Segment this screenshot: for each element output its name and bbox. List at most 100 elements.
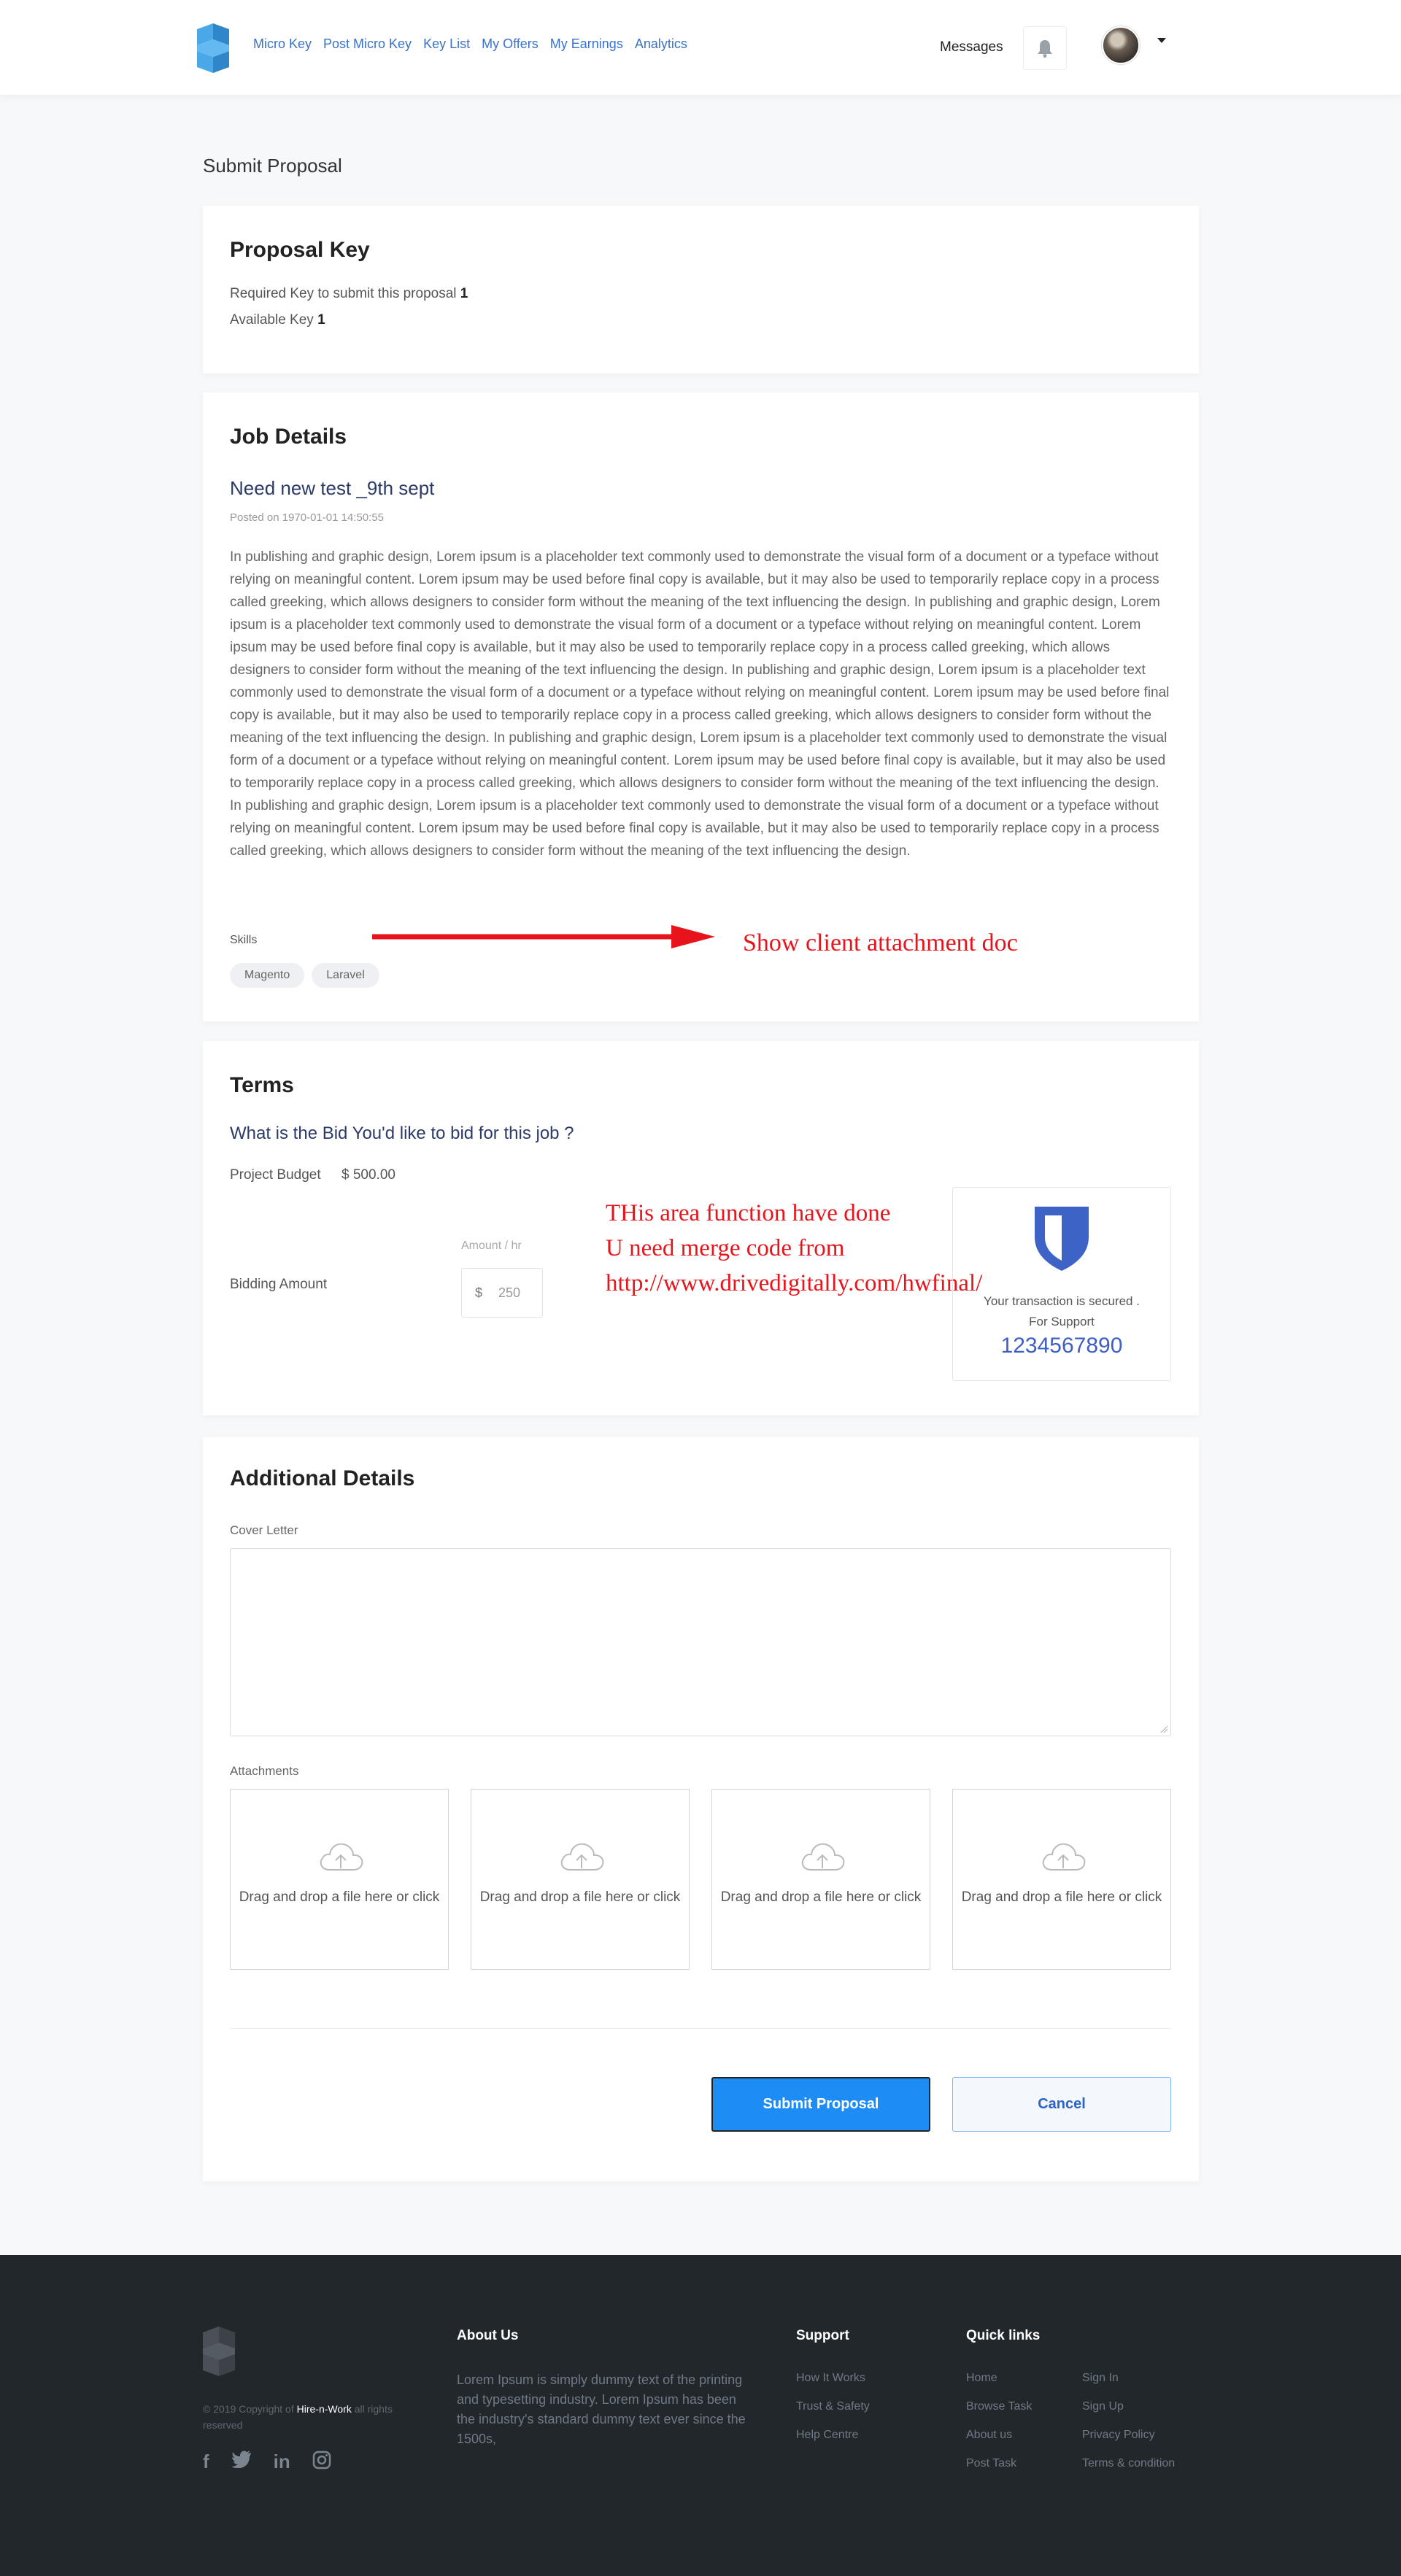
annotation-attachment-note: Show client attachment doc	[743, 929, 1018, 956]
dropzone-text: Drag and drop a file here or click	[720, 1890, 922, 1905]
brand-logo[interactable]	[197, 23, 229, 73]
top-navbar: Micro Key Post Micro Key Key List My Off…	[0, 0, 1401, 95]
support-links: How It Works Trust & Safety Help Centre	[796, 2372, 870, 2457]
bidding-amount-label: Bidding Amount	[230, 1277, 328, 1292]
footer-link-sign-up[interactable]: Sign Up	[1082, 2400, 1175, 2413]
skills-list: Magento Laravel	[230, 963, 379, 988]
footer-logo[interactable]	[203, 2326, 235, 2376]
instagram-icon[interactable]	[312, 2451, 331, 2469]
required-key-value: 1	[460, 286, 468, 301]
chevron-down-icon[interactable]	[1157, 38, 1166, 43]
nav-post-micro-key[interactable]: Post Micro Key	[323, 36, 412, 52]
attachment-dropzone[interactable]: Drag and drop a file here or click	[230, 1789, 449, 1970]
cancel-button[interactable]: Cancel	[952, 2077, 1171, 2132]
nav-analytics[interactable]: Analytics	[635, 36, 687, 52]
twitter-icon[interactable]	[231, 2451, 252, 2468]
nav-micro-key[interactable]: Micro Key	[253, 36, 312, 52]
terms-card: Terms What is the Bid You'd like to bid …	[203, 1041, 1199, 1415]
project-budget-label: Project Budget	[230, 1167, 321, 1183]
job-details-card: Job Details Need new test _9th sept Post…	[203, 392, 1199, 1021]
available-key-label: Available Key	[230, 312, 314, 328]
nav-my-offers[interactable]: My Offers	[482, 36, 539, 52]
additional-details-heading: Additional Details	[230, 1466, 415, 1490]
messages-link[interactable]: Messages	[940, 39, 1003, 55]
copyright-brand[interactable]: Hire-n-Work	[297, 2403, 352, 2415]
avatar[interactable]	[1102, 26, 1140, 64]
terms-heading: Terms	[230, 1073, 294, 1097]
attachment-dropzone[interactable]: Drag and drop a file here or click	[952, 1789, 1171, 1970]
proposal-key-card: Proposal Key Required Key to submit this…	[203, 206, 1199, 374]
bid-question: What is the Bid You'd like to bid for th…	[230, 1123, 574, 1143]
available-key-value: 1	[317, 312, 325, 328]
quick-links-col1: Home Browse Task About us Post Task	[966, 2372, 1032, 2486]
cloud-upload-icon	[560, 1843, 604, 1871]
support-phone[interactable]: 1234567890	[953, 1334, 1170, 1358]
footer-link-trust-safety[interactable]: Trust & Safety	[796, 2400, 870, 2413]
cloud-upload-icon	[1042, 1843, 1086, 1871]
additional-details-card: Additional Details Cover Letter Attachme…	[203, 1437, 1199, 2181]
attachments-label: Attachments	[230, 1764, 299, 1778]
secure-message: Your transaction is secured .	[984, 1294, 1140, 1308]
facebook-icon[interactable]: f	[203, 2451, 209, 2473]
main-nav: Micro Key Post Micro Key Key List My Off…	[253, 36, 699, 52]
support-label: For Support	[1029, 1315, 1095, 1328]
footer-link-help-centre[interactable]: Help Centre	[796, 2429, 870, 2442]
skill-chip: Magento	[230, 963, 305, 988]
annotation-merge-note: THis area function have done U need merg…	[606, 1196, 982, 1301]
copyright-prefix: © 2019 Copyright of	[203, 2403, 294, 2415]
linkedin-icon[interactable]: in	[274, 2451, 290, 2473]
resize-handle-icon[interactable]	[1159, 1725, 1168, 1733]
submit-proposal-button[interactable]: Submit Proposal	[711, 2077, 930, 2132]
posted-date: Posted on 1970-01-01 14:50:55	[230, 511, 385, 524]
currency-symbol: $	[475, 1285, 483, 1300]
about-heading: About Us	[457, 2328, 519, 2343]
annotation-line: THis area function have done	[606, 1200, 891, 1226]
dropzone-text: Drag and drop a file here or click	[239, 1890, 440, 1905]
page-title: Submit Proposal	[203, 155, 342, 177]
divider	[230, 2028, 1171, 2029]
annotation-arrow-icon	[372, 925, 715, 948]
copyright-text: © 2019 Copyright of Hire-n-Work all righ…	[203, 2401, 422, 2433]
cover-letter-label: Cover Letter	[230, 1523, 298, 1537]
project-budget-value: $ 500.00	[341, 1167, 395, 1183]
attachment-dropzone[interactable]: Drag and drop a file here or click	[471, 1789, 690, 1970]
footer-link-privacy-policy[interactable]: Privacy Policy	[1082, 2429, 1175, 2442]
proposal-key-heading: Proposal Key	[230, 238, 370, 262]
footer-link-sign-in[interactable]: Sign In	[1082, 2372, 1175, 2385]
bid-placeholder: 250	[498, 1285, 521, 1300]
social-links: f in	[203, 2451, 331, 2473]
nav-key-list[interactable]: Key List	[423, 36, 470, 52]
required-key-line: Required Key to submit this proposal 1	[230, 286, 468, 302]
nav-my-earnings[interactable]: My Earnings	[550, 36, 623, 52]
dropzone-text: Drag and drop a file here or click	[961, 1890, 1162, 1905]
dropzone-text: Drag and drop a file here or click	[479, 1890, 681, 1905]
annotation-line: http://www.drivedigitally.com/hwfinal/	[606, 1270, 983, 1296]
footer-link-how-it-works[interactable]: How It Works	[796, 2372, 870, 2385]
shield-icon	[1035, 1207, 1089, 1271]
footer-link-post-task[interactable]: Post Task	[966, 2457, 1032, 2470]
footer: © 2019 Copyright of Hire-n-Work all righ…	[0, 2255, 1401, 2576]
quick-links-heading: Quick links	[966, 2328, 1041, 2343]
annotation-line: U need merge code from	[606, 1235, 845, 1261]
cloud-upload-icon	[801, 1843, 845, 1871]
job-description: In publishing and graphic design, Lorem …	[230, 549, 1170, 859]
footer-link-terms[interactable]: Terms & condition	[1082, 2457, 1175, 2470]
skills-label: Skills	[230, 934, 258, 946]
cover-letter-textarea[interactable]	[230, 1548, 1171, 1736]
available-key-line: Available Key 1	[230, 312, 325, 328]
footer-link-browse-task[interactable]: Browse Task	[966, 2400, 1032, 2413]
required-key-label: Required Key to submit this proposal	[230, 286, 457, 301]
secure-text: Your transaction is secured . For Suppor…	[953, 1291, 1170, 1332]
job-details-heading: Job Details	[230, 425, 347, 449]
footer-link-about-us[interactable]: About us	[966, 2429, 1032, 2442]
support-heading: Support	[796, 2328, 849, 2343]
attachment-dropzone[interactable]: Drag and drop a file here or click	[711, 1789, 930, 1970]
footer-link-home[interactable]: Home	[966, 2372, 1032, 2385]
bidding-amount-input[interactable]: $ 250	[461, 1268, 543, 1318]
notifications-button[interactable]	[1023, 26, 1067, 70]
about-text: Lorem Ipsum is simply dummy text of the …	[457, 2372, 746, 2446]
cloud-upload-icon	[320, 1843, 363, 1871]
bell-icon	[1038, 40, 1052, 58]
job-title: Need new test _9th sept	[230, 477, 435, 499]
skill-chip: Laravel	[312, 963, 379, 988]
